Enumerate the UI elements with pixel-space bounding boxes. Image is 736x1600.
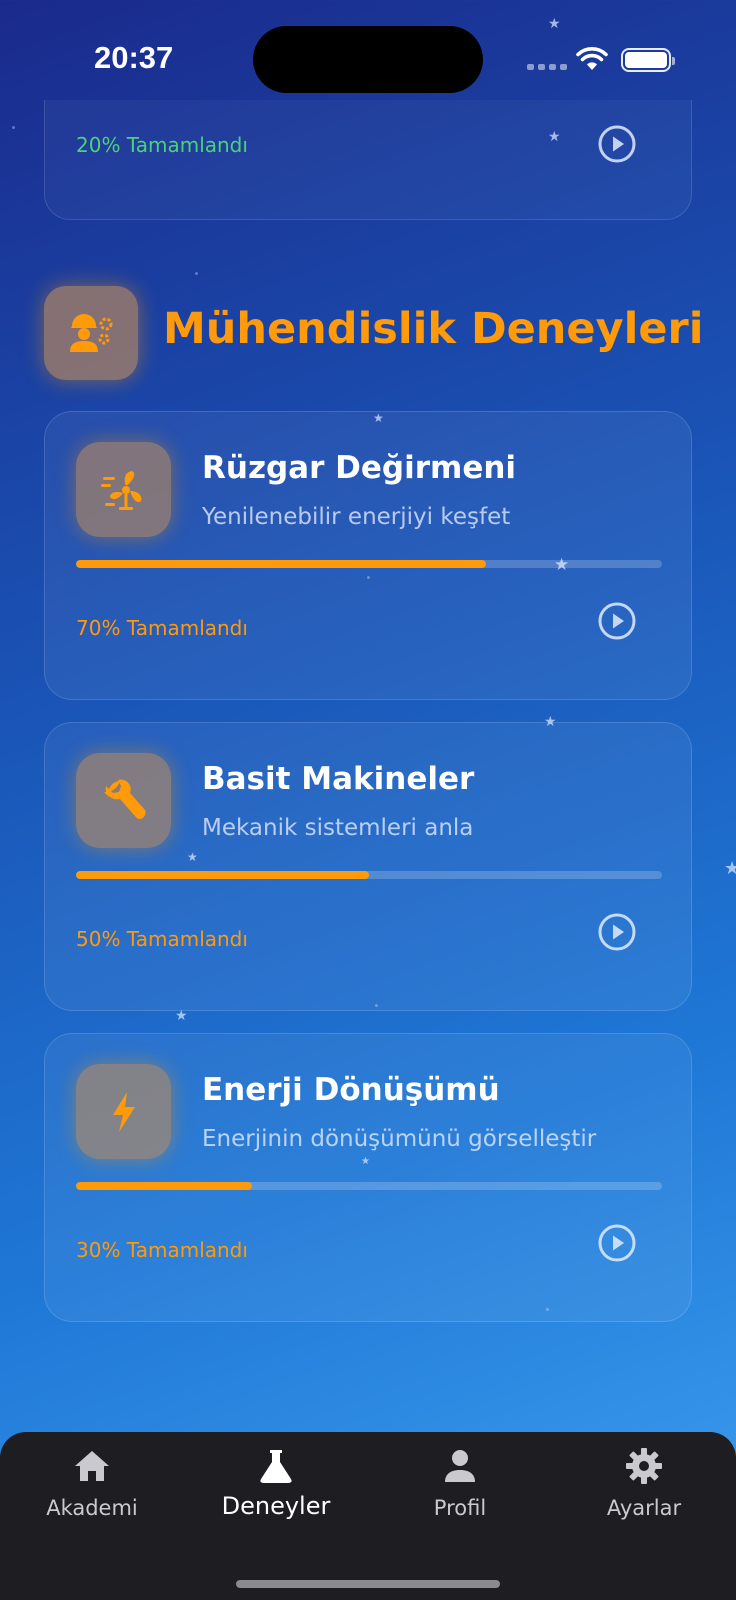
battery-icon (621, 48, 675, 72)
nav-item-akademi[interactable]: Akademi (0, 1432, 184, 1542)
star-decoration: ★ (724, 858, 736, 879)
nav-label: Profil (433, 1496, 487, 1520)
progress-bar (76, 560, 662, 568)
progress-text: 50% Tamamlandı (76, 927, 248, 951)
status-bar: 20:37 (0, 0, 736, 110)
star-dot (12, 126, 15, 129)
wind-turbine-icon (76, 442, 171, 537)
nav-label: Ayarlar (606, 1496, 682, 1520)
cellular-signal-icon (527, 64, 567, 70)
status-time: 20:37 (94, 40, 174, 75)
experiment-card[interactable]: Rüzgar Değirmeni Yenilenebilir enerjiyi … (44, 411, 692, 700)
section-header: Mühendislik Deneyleri (44, 286, 704, 380)
progress-text: 30% Tamamlandı (76, 1238, 248, 1262)
person-icon (445, 1450, 475, 1482)
engineer-gears-icon (44, 286, 138, 380)
nav-item-deneyler[interactable]: Deneyler (184, 1432, 368, 1542)
experiment-subtitle: Yenilenebilir enerjiyi keşfet (202, 504, 511, 530)
experiment-card[interactable]: Enerji Dönüşümü Enerjinin dönüşümünü gör… (44, 1033, 692, 1322)
wrench-icon (76, 753, 171, 848)
experiment-subtitle: Mekanik sistemleri anla (202, 815, 474, 841)
experiment-title: Rüzgar Değirmeni (202, 450, 517, 486)
star-decoration: ★ (175, 1008, 188, 1024)
star-dot (195, 272, 198, 275)
wifi-icon (576, 47, 608, 70)
section-title: Mühendislik Deneyleri (163, 304, 704, 354)
progress-bar (76, 1182, 662, 1190)
progress-fill (76, 560, 487, 568)
experiment-title: Enerji Dönüşümü (202, 1072, 500, 1108)
experiment-card-partial[interactable]: 20% Tamamlandı (44, 100, 692, 220)
experiment-card[interactable]: Basit Makineler Mekanik sistemleri anla … (44, 722, 692, 1011)
progress-fill (76, 871, 369, 879)
progress-text: 70% Tamamlandı (76, 616, 248, 640)
play-button-icon[interactable] (597, 124, 637, 164)
bottom-navigation: Akademi Deneyler Profil Ayarlar (0, 1432, 736, 1600)
lightning-bolt-icon (76, 1064, 171, 1159)
progress-text: 20% Tamamlandı (76, 133, 248, 157)
gear-icon (626, 1448, 662, 1484)
nav-item-profil[interactable]: Profil (368, 1432, 552, 1542)
progress-bar (76, 871, 662, 879)
flask-icon (260, 1450, 292, 1483)
dynamic-island (253, 26, 483, 93)
play-button-icon[interactable] (597, 601, 637, 641)
progress-fill (76, 1182, 252, 1190)
experiment-title: Basit Makineler (202, 761, 475, 797)
home-icon (75, 1451, 109, 1481)
play-button-icon[interactable] (597, 1223, 637, 1263)
nav-item-ayarlar[interactable]: Ayarlar (552, 1432, 736, 1542)
home-indicator (236, 1580, 500, 1588)
experiment-subtitle: Enerjinin dönüşümünü görselleştir (202, 1126, 597, 1152)
nav-label: Akademi (46, 1496, 138, 1520)
nav-label: Deneyler (221, 1492, 331, 1520)
play-button-icon[interactable] (597, 912, 637, 952)
